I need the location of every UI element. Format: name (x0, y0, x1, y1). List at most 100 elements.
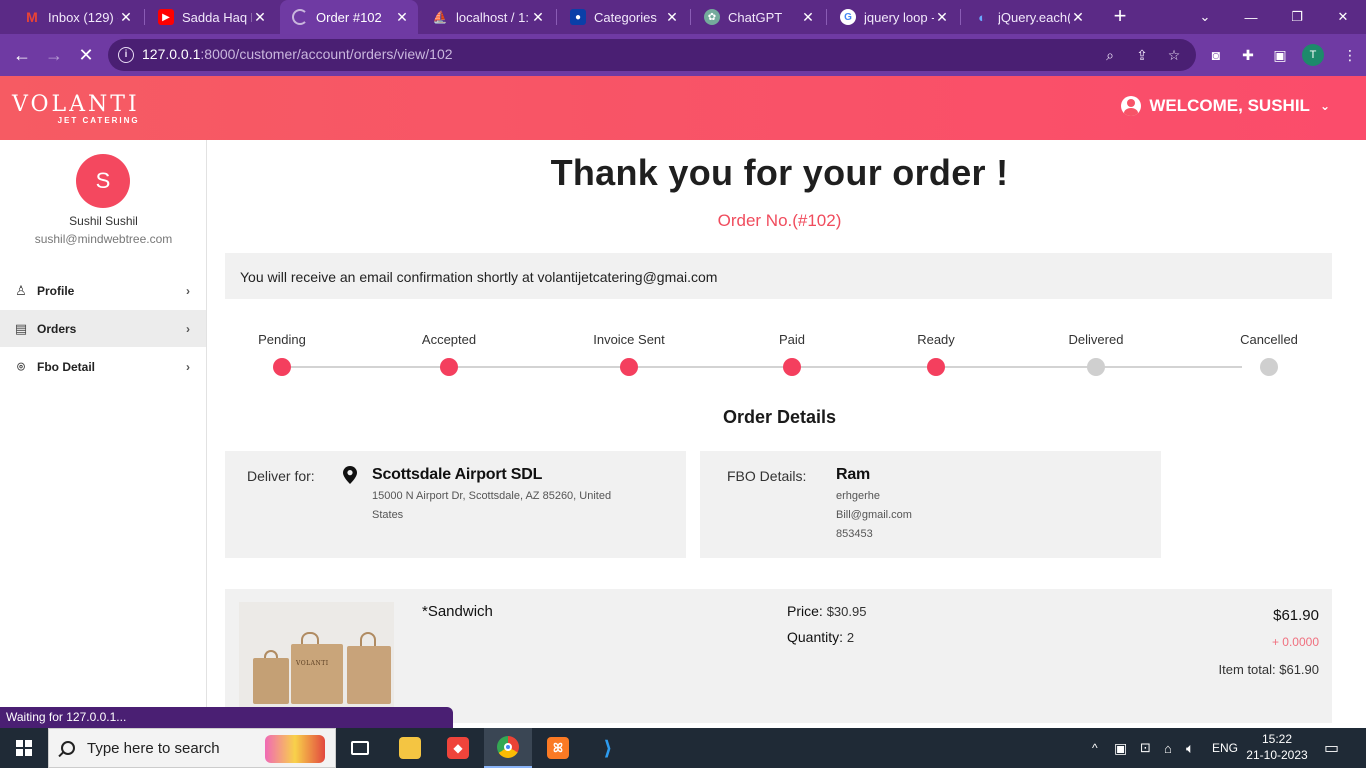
step-dot-paid (783, 358, 801, 376)
tab-chatgpt[interactable]: ✿ ChatGPT ✕ (692, 2, 824, 32)
user-icon: ♙ (15, 282, 27, 298)
sidebar-item-fbo-detail[interactable]: ⌾ Fbo Detail › (0, 348, 206, 385)
close-tab-icon[interactable]: ✕ (118, 9, 134, 26)
avatar: S (76, 154, 130, 208)
share-icon[interactable]: ⇪ (1132, 45, 1152, 65)
tab-phpmyadmin[interactable]: ⛵ localhost / 1: ✕ (420, 2, 554, 32)
sidebar-item-profile[interactable]: ♙ Profile › (0, 272, 206, 309)
close-tab-icon[interactable]: ✕ (530, 9, 546, 26)
fbo-name: Ram (836, 466, 871, 483)
bookmark-star-icon[interactable]: ☆ (1164, 45, 1184, 65)
site-info-icon[interactable]: i (118, 47, 134, 63)
address-bar[interactable]: i 127.0.0.1:8000/customer/account/orders… (108, 39, 1196, 71)
search-icon (61, 741, 75, 755)
show-hidden-icons[interactable]: ^ (1092, 728, 1098, 768)
chevron-right-icon: › (186, 359, 190, 374)
new-tab-button[interactable]: + (1108, 4, 1132, 28)
close-tab-icon[interactable]: ✕ (800, 9, 816, 26)
order-item-row: VOLANTI *Sandwich Price: $30.95 Quantity… (225, 589, 1332, 723)
zoom-icon[interactable]: ⌕ (1100, 45, 1120, 65)
fbo-phone: 853453 (836, 528, 873, 540)
tab-jquery-loop[interactable]: G jquery loop - ✕ (828, 2, 958, 32)
stop-loading-icon[interactable]: ✕ (72, 41, 100, 69)
product-quantity: Quantity: 2 (787, 629, 855, 645)
order-details-heading: Order Details (722, 407, 837, 427)
user-circle-icon (1121, 96, 1142, 116)
notifications-icon[interactable]: ▭ (1324, 728, 1339, 768)
chevron-right-icon: › (186, 321, 190, 336)
welcome-user-menu[interactable]: WELCOME, SUSHIL ⌄ (1121, 96, 1330, 116)
device-icon[interactable]: ⊡ (1140, 728, 1151, 768)
step-label: Ready (917, 332, 955, 347)
tab-order-102[interactable]: Order #102 ✕ (280, 0, 418, 34)
user-email: sushil@mindwebtree.com (34, 232, 173, 246)
chrome-icon[interactable] (484, 728, 532, 768)
menu-dots-icon[interactable]: ⋮ (1340, 45, 1360, 65)
step-label: Accepted (421, 332, 477, 347)
page-title: Thank you for your order ! (550, 152, 1009, 193)
close-tab-icon[interactable]: ✕ (252, 9, 268, 26)
account-sidebar: S Sushil Sushil sushil@mindwebtree.com ♙… (0, 140, 207, 730)
youtube-icon: ▶ (158, 9, 174, 25)
start-button[interactable] (0, 728, 48, 768)
close-tab-icon[interactable]: ✕ (1070, 9, 1086, 26)
volume-icon[interactable]: 🔈︎ (1186, 728, 1194, 768)
side-panel-icon[interactable]: ▣ (1270, 45, 1290, 65)
airport-name: Scottsdale Airport SDL (372, 466, 543, 483)
document-icon: ▤ (14, 320, 28, 336)
meet-now-icon[interactable]: ▣ (1114, 728, 1127, 768)
taskbar-clock[interactable]: 15:22 21-10-2023 (1242, 731, 1312, 763)
step-label: Delivered (1068, 332, 1124, 347)
restore-button[interactable]: ❐ (1274, 0, 1320, 34)
step-dot-cancelled (1260, 358, 1278, 376)
close-window-button[interactable]: ✕ (1320, 0, 1366, 34)
close-tab-icon[interactable]: ✕ (664, 9, 680, 26)
step-dot-ready (927, 358, 945, 376)
item-total: Item total: $61.90 (1218, 662, 1319, 677)
phpmyadmin-icon: ⛵ (432, 10, 448, 24)
step-dot-pending (273, 358, 291, 376)
camera-extension-icon[interactable]: ◙ (1206, 45, 1226, 65)
sidebar-item-orders[interactable]: ▤ Orders › (0, 310, 206, 347)
browser-status-bubble: Waiting for 127.0.0.1... (0, 707, 453, 728)
vscode-icon[interactable]: ⟩ (584, 728, 632, 768)
email-confirmation-notice: You will receive an email confirmation s… (225, 253, 1332, 299)
tab-youtube[interactable]: ▶ Sadda Haq F ✕ (146, 2, 276, 32)
gmail-icon: M (26, 9, 38, 25)
loading-icon (292, 9, 308, 25)
step-dot-delivered (1087, 358, 1105, 376)
tab-jquery-each[interactable]: ◐ jQuery.each( ✕ (962, 2, 1094, 32)
location-pin-icon: ⌾ (17, 358, 25, 374)
tab-gmail[interactable]: M Inbox (129) - ✕ (12, 2, 142, 32)
url-text[interactable]: 127.0.0.1:8000/customer/account/orders/v… (142, 46, 453, 62)
taskbar-search-box[interactable]: Type here to search (48, 728, 336, 768)
close-tab-icon[interactable]: ✕ (934, 9, 950, 26)
chatgpt-icon: ✿ (704, 9, 720, 25)
tab-categories[interactable]: ● Categories ✕ (558, 2, 688, 32)
profile-avatar[interactable]: T (1302, 44, 1324, 66)
fbo-details-label: FBO Details: (727, 468, 807, 484)
google-icon: G (840, 9, 856, 25)
line-extra-charge: + 0.0000 (1271, 635, 1319, 649)
close-tab-icon[interactable]: ✕ (394, 9, 410, 26)
step-label: Paid (778, 332, 806, 347)
tab-search-icon[interactable]: ⌄ (1182, 0, 1228, 34)
step-label: Invoice Sent (593, 332, 665, 347)
step-label: Cancelled (1240, 332, 1298, 347)
extensions-puzzle-icon[interactable]: ✚ (1238, 45, 1258, 65)
minimize-button[interactable]: — (1228, 0, 1274, 34)
volanti-logo[interactable]: VOLANTI JET CATERING (12, 94, 140, 126)
back-arrow-icon[interactable]: ← (8, 41, 36, 69)
step-label: Pending (258, 332, 306, 347)
file-explorer-icon[interactable] (386, 728, 434, 768)
forward-arrow-icon[interactable]: → (40, 41, 68, 69)
deliver-for-label: Deliver for: (247, 468, 315, 484)
xampp-icon[interactable]: ꕤ (534, 728, 582, 768)
chevron-right-icon: › (186, 283, 190, 298)
language-indicator[interactable]: ENG (1212, 728, 1238, 768)
network-icon[interactable]: ⌂ (1164, 728, 1172, 768)
task-view-icon[interactable] (336, 728, 384, 768)
anydesk-icon[interactable]: ◆ (434, 728, 482, 768)
chevron-down-icon: ⌄ (1319, 99, 1330, 113)
location-pin-icon (343, 466, 357, 484)
